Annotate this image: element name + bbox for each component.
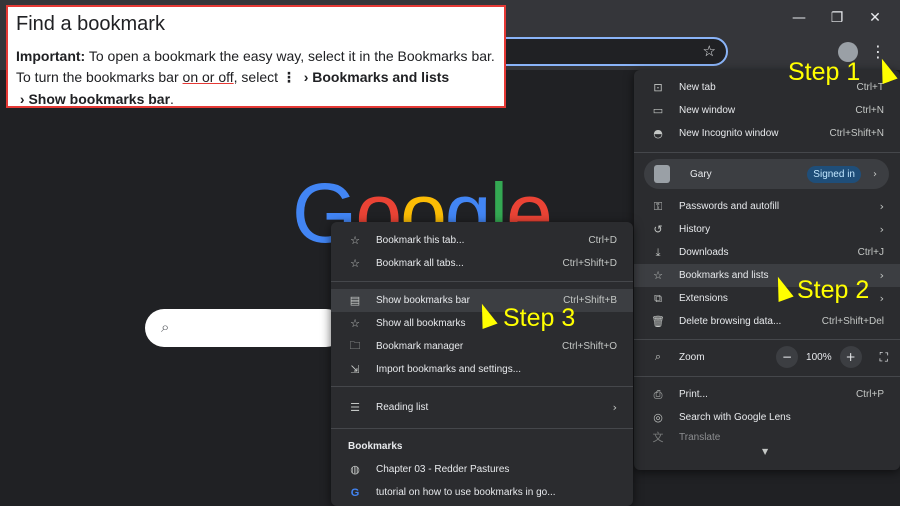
avatar bbox=[654, 165, 670, 183]
menu-new-incognito[interactable]: ◓ New Incognito window Ctrl+Shift+N bbox=[634, 122, 900, 145]
translate-icon: 文 bbox=[652, 431, 664, 444]
bookmarks-section-title: Bookmarks bbox=[348, 441, 403, 452]
minimize-icon[interactable]: — bbox=[780, 8, 818, 28]
step-1-label: Step 1 bbox=[788, 58, 861, 86]
help-panel: Find a bookmark Important: To open a boo… bbox=[6, 5, 506, 108]
download-icon: ⤓ bbox=[655, 245, 661, 259]
help-text: Important: To open a bookmark the easy w… bbox=[16, 46, 496, 110]
new-window-icon: ▭ bbox=[652, 104, 664, 117]
chevron-right-icon: › bbox=[303, 69, 309, 85]
search-icon: ⌕ bbox=[161, 318, 170, 336]
chrome-main-menu: ⊡ New tab Ctrl+T ▭ New window Ctrl+N ◓ New In… bbox=[634, 70, 900, 470]
menu-history[interactable]: ↺ History › bbox=[634, 218, 900, 241]
lens-icon: ◎ bbox=[653, 411, 663, 424]
bookmark-item[interactable]: ◍ Chapter 03 - Redder Pastures bbox=[331, 458, 633, 481]
key-icon: ⚿ bbox=[653, 199, 663, 213]
help-line2a: To turn the bookmarks bar bbox=[16, 69, 183, 85]
star-icon: ☆ bbox=[350, 317, 360, 330]
signed-in-badge: Signed in bbox=[807, 165, 861, 183]
close-icon[interactable]: ✕ bbox=[856, 8, 894, 28]
star-icon: ☆ bbox=[350, 257, 360, 270]
menu-downloads[interactable]: ⤓ Downloads Ctrl+J bbox=[634, 241, 900, 264]
menu-print[interactable]: ⎙ Print... Ctrl+P bbox=[634, 383, 900, 406]
step-2-label: Step 2 bbox=[797, 276, 870, 304]
star-icon: ☆ bbox=[653, 269, 663, 282]
menu-new-window[interactable]: ▭ New window Ctrl+N bbox=[634, 99, 900, 122]
important-label: Important: bbox=[16, 48, 86, 64]
new-tab-icon: ⊡ bbox=[653, 81, 663, 94]
bookmark-star-icon[interactable]: ☆ bbox=[703, 42, 716, 60]
help-menu-name: Bookmarks and lists bbox=[312, 69, 450, 85]
globe-icon: ◍ bbox=[350, 463, 360, 476]
history-icon: ↺ bbox=[653, 223, 663, 236]
submenu-bookmark-manager[interactable]: 🗀 Bookmark manager Ctrl+Shift+O bbox=[331, 335, 633, 358]
google-favicon-icon: G bbox=[350, 486, 360, 499]
print-icon: ⎙ bbox=[653, 387, 663, 401]
menu-passwords[interactable]: ⚿ Passwords and autofill › bbox=[634, 195, 900, 218]
submenu-reading-list[interactable]: ☰ Reading list › bbox=[331, 396, 633, 419]
zoom-out-button[interactable]: − bbox=[776, 346, 799, 368]
kebab-inline-icon: ⋮ bbox=[281, 70, 296, 86]
menu-profile-row[interactable]: Gary Signed in › bbox=[644, 159, 889, 189]
chevron-right-icon: › bbox=[19, 91, 25, 107]
bookmark-item[interactable]: Gtutorial on how to use bookmarks in go.… bbox=[331, 481, 633, 504]
submenu-import-bookmarks[interactable]: ⇲ Import bookmarks and settings... bbox=[331, 358, 633, 381]
incognito-icon: ◓ bbox=[653, 127, 663, 140]
help-title: Find a bookmark bbox=[16, 13, 165, 35]
zoom-icon: ⌕ bbox=[654, 350, 662, 363]
scroll-down-icon[interactable]: ▼ bbox=[762, 447, 768, 456]
help-line1: To open a bookmark the easy way, select … bbox=[85, 48, 495, 64]
chevron-right-icon: › bbox=[873, 168, 877, 180]
import-icon: ⇲ bbox=[350, 363, 360, 376]
menu-translate[interactable]: 文 Translate bbox=[634, 429, 900, 445]
help-period: . bbox=[170, 91, 174, 107]
bookmarks-submenu: ☆ Bookmark this tab... Ctrl+D ☆ Bookmark al… bbox=[331, 222, 633, 506]
help-show-bar: Show bookmarks bar bbox=[28, 91, 171, 107]
restore-icon[interactable]: ❐ bbox=[818, 8, 856, 28]
google-search-box[interactable]: ⌕ bbox=[145, 309, 345, 347]
bookmarks-bar-icon: ▤ bbox=[349, 294, 361, 307]
puzzle-icon: ⧉ bbox=[654, 291, 662, 305]
window-controls: — ❐ ✕ bbox=[780, 8, 894, 28]
menu-delete-browsing-data[interactable]: 🗑 Delete browsing data... Ctrl+Shift+Del bbox=[634, 310, 900, 333]
reading-list-icon: ☰ bbox=[350, 401, 360, 414]
trash-icon: 🗑 bbox=[651, 315, 665, 328]
help-link-on-off[interactable]: on or off bbox=[183, 69, 234, 85]
address-bar[interactable]: ☆ bbox=[480, 37, 728, 66]
zoom-value: 100% bbox=[806, 351, 832, 363]
star-icon: ☆ bbox=[350, 234, 360, 247]
fullscreen-icon[interactable]: ⛶ bbox=[880, 350, 888, 365]
submenu-bookmark-all-tabs[interactable]: ☆ Bookmark all tabs... Ctrl+Shift+D bbox=[331, 252, 633, 275]
help-line2b: , select bbox=[233, 69, 282, 85]
step-3-label: Step 3 bbox=[503, 304, 576, 332]
zoom-in-button[interactable]: + bbox=[839, 346, 862, 368]
submenu-bookmark-this-tab[interactable]: ☆ Bookmark this tab... Ctrl+D bbox=[331, 229, 633, 252]
profile-name: Gary bbox=[690, 168, 712, 180]
menu-zoom-row: ⌕ Zoom − 100% + ⛶ bbox=[634, 346, 900, 368]
folder-icon: 🗀 bbox=[349, 339, 361, 352]
menu-google-lens[interactable]: ◎ Search with Google Lens bbox=[634, 406, 900, 429]
